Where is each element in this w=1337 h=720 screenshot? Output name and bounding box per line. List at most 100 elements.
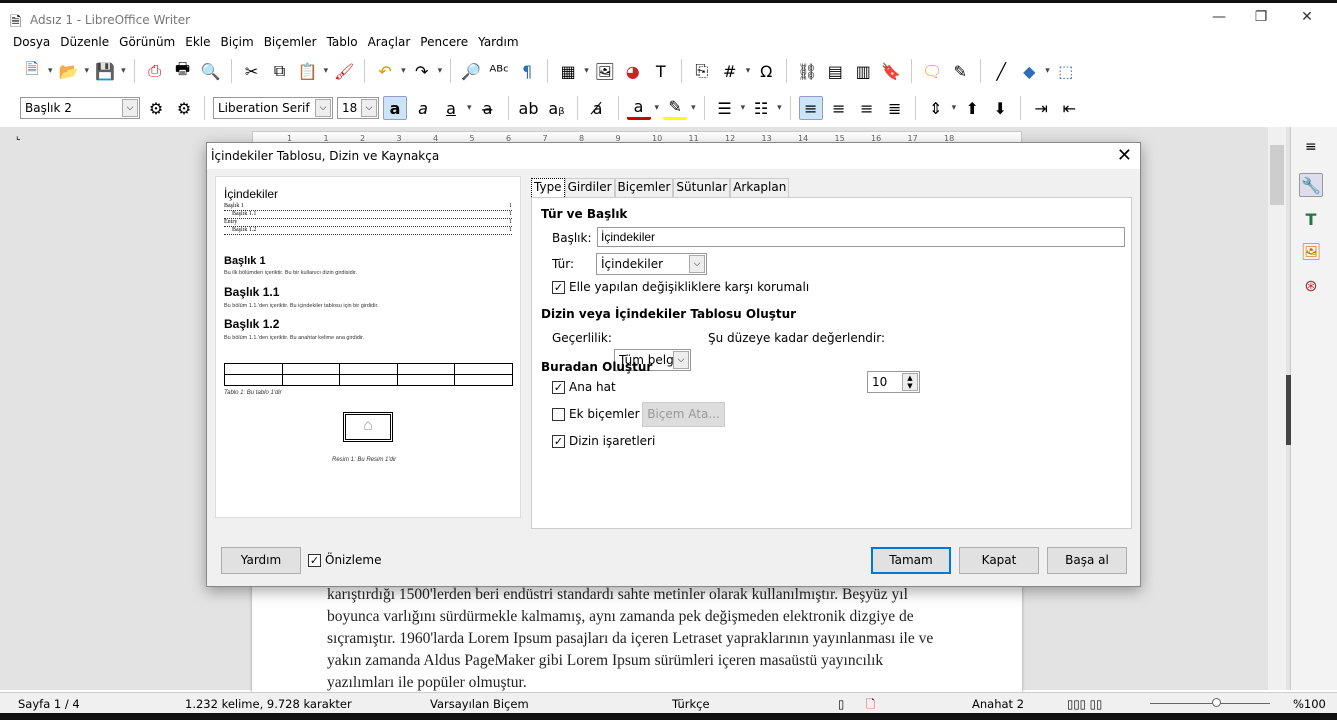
menu-gorunum[interactable]: Görünüm [114, 32, 180, 52]
tab-sutunlar[interactable]: Sütunlar [673, 178, 731, 197]
superscript-icon[interactable]: ab [517, 96, 541, 120]
subscript-icon[interactable]: aᵦ [545, 96, 569, 120]
increase-paragraph-spacing-icon[interactable]: ⬆ [960, 96, 984, 120]
dropdown-arrow-icon[interactable]: ▾ [741, 103, 746, 113]
close-button[interactable]: Kapat [959, 547, 1039, 574]
styles-icon[interactable]: T [1299, 207, 1323, 231]
chevron-down-icon[interactable]: ⌵ [689, 255, 705, 273]
new-document-icon[interactable]: 🗎 [20, 59, 44, 83]
dropdown-arrow-icon[interactable]: ▾ [48, 66, 53, 76]
insert-image-icon[interactable]: 🖼 [593, 59, 617, 83]
track-changes-icon[interactable]: ✎ [948, 59, 972, 83]
vertical-scrollbar[interactable] [1268, 127, 1286, 690]
menu-duzenle[interactable]: Düzenle [55, 32, 114, 52]
paragraph-style-select[interactable]: Başlık 2 ⌵ [20, 97, 140, 119]
dropdown-arrow-icon[interactable]: ▾ [777, 103, 782, 113]
chevron-down-icon[interactable]: ⌵ [122, 99, 138, 117]
update-style-icon[interactable]: ⚙ [144, 96, 168, 120]
footnote-icon[interactable]: ▤ [823, 59, 847, 83]
page-style[interactable]: Varsayılan Biçem [430, 697, 529, 711]
document-body-text[interactable]: karıştırdığı 1500'lerden beri endüstri s… [327, 584, 947, 694]
clear-formatting-icon[interactable]: a̸ [586, 96, 610, 120]
menu-araclar[interactable]: Araçlar [363, 32, 416, 52]
language[interactable]: Türkçe [672, 697, 710, 711]
spinner-arrows-icon[interactable]: ▲ ▼ [902, 373, 918, 391]
menu-tablo[interactable]: Tablo [322, 32, 363, 52]
dropdown-arrow-icon[interactable]: ▾ [691, 103, 696, 113]
formatting-marks-icon[interactable]: ¶ [515, 59, 539, 83]
print-icon[interactable]: 🖶 [171, 59, 195, 83]
decrease-paragraph-spacing-icon[interactable]: ⬇ [988, 96, 1012, 120]
export-pdf-icon[interactable]: ⎙ [143, 59, 167, 83]
find-replace-icon[interactable]: 🔎 [459, 59, 483, 83]
menu-bicemler[interactable]: Biçemler [259, 32, 322, 52]
tab-arkaplan[interactable]: Arkaplan [730, 178, 790, 197]
font-color-icon[interactable]: a [626, 96, 651, 120]
special-character-icon[interactable]: Ω [754, 59, 778, 83]
assign-styles-button[interactable]: Biçem Ata... [642, 402, 725, 427]
insert-table-icon[interactable]: ▦ [556, 59, 580, 83]
preview-checkbox[interactable]: ✓ Önizleme [308, 553, 381, 567]
minimize-button[interactable]: — [1204, 9, 1234, 25]
align-right-icon[interactable]: ≡ [855, 96, 879, 120]
chevron-down-icon[interactable]: ⌵ [361, 99, 377, 117]
tab-girdiler[interactable]: Girdiler [564, 178, 615, 197]
font-name-select[interactable]: Liberation Serif ⌵ [213, 97, 333, 119]
hyperlink-icon[interactable]: ⛓ [795, 59, 819, 83]
view-layout-icons[interactable]: ▯▯▯ ▯▯ [1067, 697, 1102, 711]
dropdown-arrow-icon[interactable]: ▾ [952, 103, 957, 113]
reset-button[interactable]: Başa al [1047, 547, 1127, 574]
bold-icon[interactable]: a [383, 96, 407, 120]
checkbox-checked-icon[interactable]: ✓ [552, 281, 565, 294]
copy-icon[interactable]: ⧉ [268, 59, 292, 83]
unordered-list-icon[interactable]: ☰ [713, 96, 737, 120]
undo-icon[interactable]: ↶ [373, 59, 397, 83]
maximize-button[interactable]: ❐ [1246, 9, 1276, 25]
draw-functions-icon[interactable]: ⬚ [1054, 59, 1078, 83]
page-break-icon[interactable]: ⎘ [690, 59, 714, 83]
endnote-icon[interactable]: ▥ [851, 59, 875, 83]
checkbox-checked-icon[interactable]: ✓ [308, 554, 321, 567]
highlight-icon[interactable]: ✎ [663, 96, 688, 120]
zoom-slider[interactable] [1150, 703, 1270, 704]
dropdown-arrow-icon[interactable]: ▾ [746, 66, 751, 76]
gallery-icon[interactable]: 🖼 [1299, 239, 1323, 263]
menu-yardim[interactable]: Yardım [473, 32, 523, 52]
line-spacing-icon[interactable]: ⇕ [924, 96, 948, 120]
tab-stop-icon[interactable]: ⌞ [16, 131, 21, 142]
redo-icon[interactable]: ↷ [410, 59, 434, 83]
chevron-down-icon[interactable]: ⌵ [673, 351, 689, 369]
italic-icon[interactable]: a [411, 96, 435, 120]
dropdown-arrow-icon[interactable]: ▾ [655, 103, 660, 113]
help-button[interactable]: Yardım [221, 547, 301, 574]
zoom-level[interactable]: %100 [1293, 697, 1326, 711]
align-left-icon[interactable]: ≡ [798, 96, 823, 120]
justify-icon[interactable]: ≣ [883, 96, 907, 120]
index-marks-checkbox[interactable]: ✓ Dizin işaretleri [552, 434, 655, 448]
menu-bicim[interactable]: Biçim [216, 32, 259, 52]
chevron-down-icon[interactable]: ⌵ [315, 99, 331, 117]
underline-icon[interactable]: a [439, 96, 463, 120]
menu-ekle[interactable]: Ekle [180, 32, 215, 52]
ordered-list-icon[interactable]: ☷ [749, 96, 773, 120]
strikethrough-icon[interactable]: a̶ [476, 96, 500, 120]
increase-indent-icon[interactable]: ⇥ [1029, 96, 1053, 120]
sidebar-menu-icon[interactable]: ≡ [1305, 139, 1317, 155]
dropdown-arrow-icon[interactable]: ▾ [324, 66, 329, 76]
checkbox-checked-icon[interactable]: ✓ [552, 381, 565, 394]
insert-mode-icon[interactable]: ▯ [838, 697, 844, 711]
line-icon[interactable]: ╱ [989, 59, 1013, 83]
navigator-icon[interactable]: ⊛ [1299, 273, 1323, 297]
decrease-indent-icon[interactable]: ⇤ [1057, 96, 1081, 120]
paste-icon[interactable]: 📋 [296, 59, 320, 83]
basic-shapes-icon[interactable]: ◆ [1017, 59, 1041, 83]
dialog-close-icon[interactable]: ✕ [1117, 145, 1132, 166]
ok-button[interactable]: Tamam [871, 547, 951, 574]
dropdown-arrow-icon[interactable]: ▾ [121, 66, 126, 76]
dropdown-arrow-icon[interactable]: ▾ [1045, 66, 1050, 76]
insert-chart-icon[interactable]: ◕ [621, 59, 645, 83]
additional-styles-checkbox[interactable]: Ek biçemler [552, 407, 640, 421]
scrollbar-thumb[interactable] [1270, 145, 1284, 205]
align-center-icon[interactable]: ≡ [827, 96, 851, 120]
font-size-select[interactable]: 18 ⌵ [337, 97, 379, 119]
